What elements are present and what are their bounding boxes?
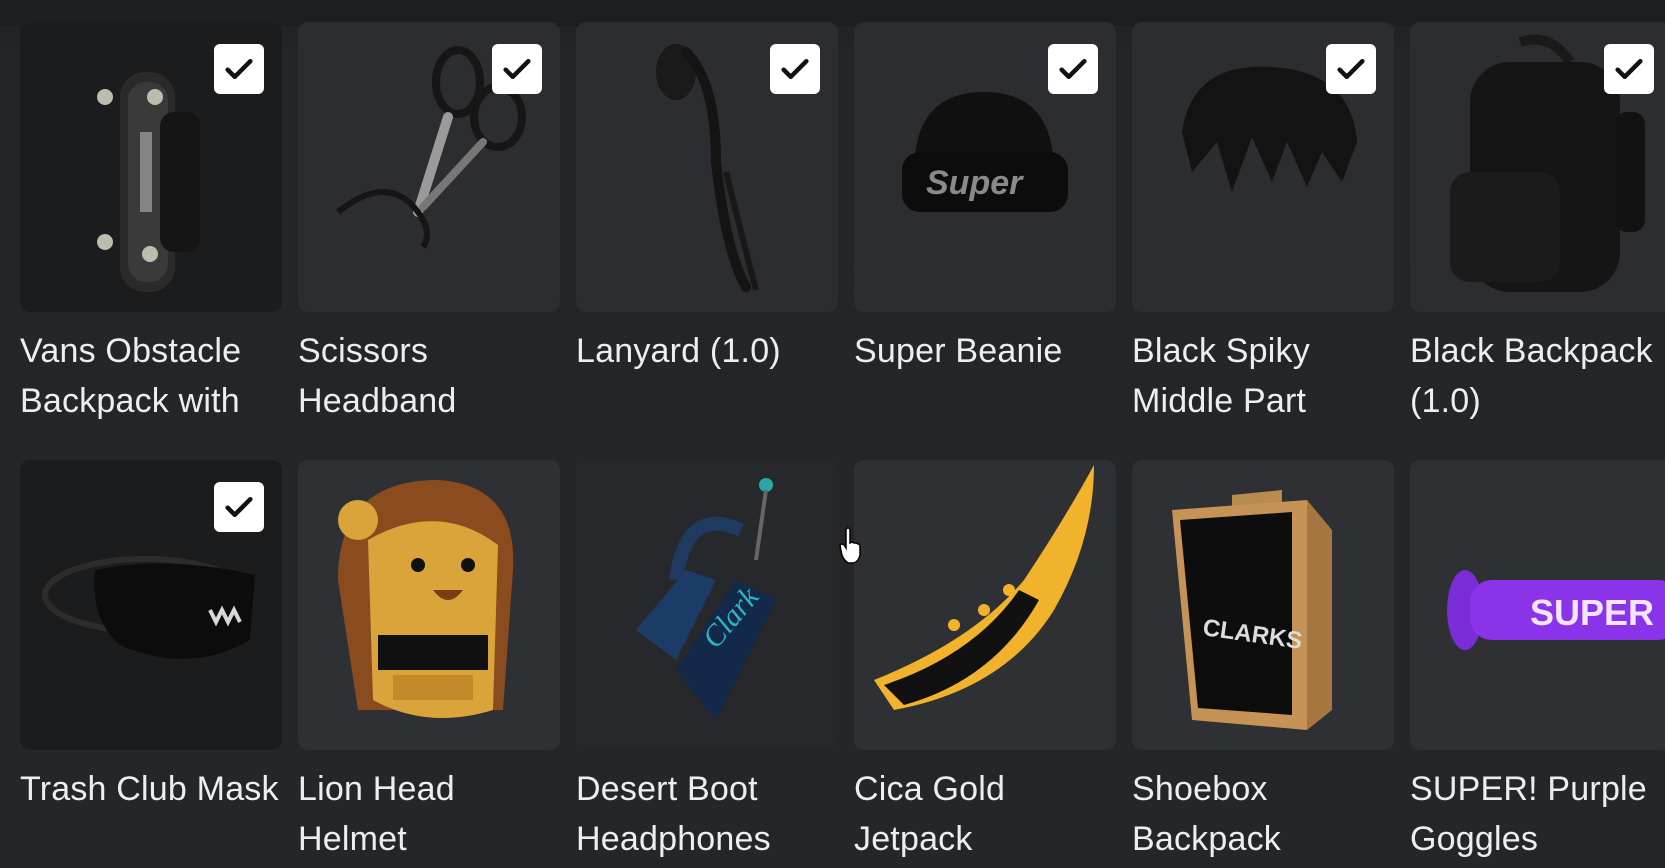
lion-helmet-icon [338,480,514,718]
item-card-scissors-headband[interactable]: Scissors Headband [298,22,560,426]
hand-cursor-icon [839,527,861,564]
equipped-checkbox[interactable] [492,44,542,94]
item-card-trash-club-mask[interactable]: Trash Club Mask [20,460,282,864]
equipped-checkbox[interactable] [1604,44,1654,94]
item-row-2: Trash Club Mask Lion Head Helmet Clark D… [20,460,1665,864]
item-card-lion-head-helmet[interactable]: Lion Head Helmet [298,460,560,864]
equipped-checkbox[interactable] [214,44,264,94]
item-name: Cica Gold Jetpack [854,770,1006,858]
checkmark-icon [503,58,531,80]
item-thumbnail[interactable] [20,460,282,750]
item-name: Lanyard (1.0) [576,332,781,370]
shoebox-icon: CLARKS [1172,490,1332,730]
checkmark-icon [781,58,809,80]
checkmark-icon [225,58,253,80]
item-card-shoebox-backpack[interactable]: CLARKS Shoebox Backpack [1132,460,1394,864]
headphones-icon: Clark [636,478,776,720]
jetpack-icon [874,465,1094,710]
item-thumbnail[interactable] [298,22,560,312]
item-thumbnail[interactable] [1132,22,1394,312]
goggles-logo-text: SUPER [1530,592,1654,633]
checkmark-icon [1059,58,1087,80]
item-thumbnail[interactable]: CLARKS [1132,460,1394,750]
item-card-cica-gold-jetpack[interactable]: Cica Gold Jetpack [854,460,1116,864]
item-name: Trash Club Mask [20,770,279,808]
item-thumbnail[interactable] [1410,22,1665,312]
item-name: Desert Boot Headphones [576,770,771,858]
item-name: Shoebox Backpack [1132,770,1282,858]
equipped-checkbox[interactable] [1048,44,1098,94]
equipped-checkbox[interactable] [214,482,264,532]
item-card-black-spiky-hair[interactable]: Black Spiky Middle Part [1132,22,1394,426]
item-name: Scissors Headband [298,332,457,420]
item-name: Black Spiky Middle Part [1132,332,1310,420]
checkmark-icon [1337,58,1365,80]
equipped-checkbox[interactable] [770,44,820,94]
checkmark-icon [1615,58,1643,80]
item-card-super-beanie[interactable]: Super Super Beanie [854,22,1116,426]
item-name: Black Backpack (1.0) [1410,332,1653,420]
item-row-1: Vans Obstacle Backpack with Scissors Hea… [20,22,1665,426]
beanie-logo-text: Super [926,164,1024,202]
item-thumbnail[interactable] [20,22,282,312]
item-thumbnail[interactable]: Super [854,22,1116,312]
item-name: Super Beanie [854,332,1063,370]
goggles-icon: SUPER [1447,570,1665,650]
item-thumbnail[interactable] [298,460,560,750]
item-card-desert-boot-headphones[interactable]: Clark Desert Boot Headphones [576,460,838,864]
item-card-lanyard[interactable]: Lanyard (1.0) [576,22,838,426]
item-card-super-purple-goggles[interactable]: SUPER SUPER! Purple Goggles [1410,460,1665,864]
item-thumbnail[interactable]: Clark [576,460,838,750]
equipped-checkbox[interactable] [1326,44,1376,94]
item-name: Lion Head Helmet [298,770,455,858]
item-name: SUPER! Purple Goggles [1410,770,1647,858]
inventory-page: Vans Obstacle Backpack with Scissors Hea… [0,0,1665,868]
item-grid: Vans Obstacle Backpack with Scissors Hea… [20,22,1665,868]
item-card-black-backpack[interactable]: Black Backpack (1.0) [1410,22,1665,426]
item-thumbnail[interactable] [854,460,1116,750]
item-name: Vans Obstacle Backpack with [20,332,242,420]
item-thumbnail[interactable]: SUPER [1410,460,1665,750]
checkmark-icon [225,496,253,518]
item-card-vans-backpack[interactable]: Vans Obstacle Backpack with [20,22,282,426]
item-thumbnail[interactable] [576,22,838,312]
